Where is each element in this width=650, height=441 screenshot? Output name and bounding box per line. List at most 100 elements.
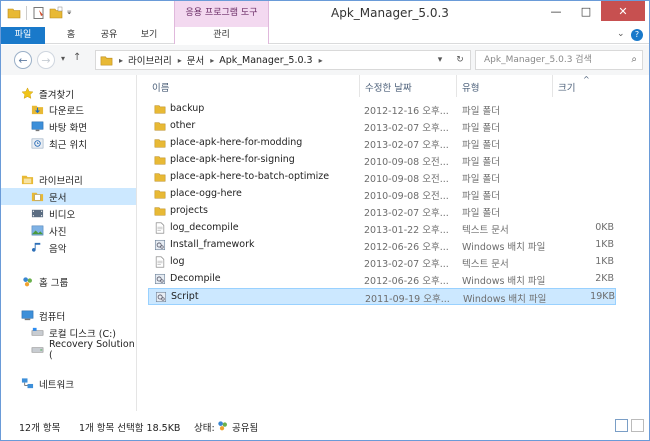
large-icons-view-icon[interactable] [631,419,644,432]
back-button[interactable]: ← [14,51,32,69]
forward-button[interactable]: → [37,51,55,69]
refresh-icon[interactable]: ↻ [450,55,470,65]
tab-manage[interactable]: 관리 [174,27,269,44]
address-bar[interactable]: ▸ 라이브러리 ▸ 문서 ▸ Apk_Manager_5.0.3 ▸ ▾ ↻ [95,50,471,70]
breadcrumb-separator-icon[interactable]: ▸ [178,56,182,65]
file-row[interactable]: place-apk-here-to-batch-optimize 2010-09-… [148,169,616,186]
status-bar: 12개 항목 1개 항목 선택함 18.5KB 상태: 공유됨 [1,411,649,440]
breadcrumb-library[interactable]: 라이브러리 [128,53,172,67]
minimize-button[interactable]: — [541,1,571,21]
nav-favorites[interactable]: 즐겨찾기 [1,85,136,102]
drive-icon [31,347,44,353]
search-input[interactable]: Apk_Manager_5.0.3 검색 ⌕ [475,50,643,70]
address-bar-actions: ▾ ↻ [430,51,470,69]
state-value: 공유됨 [232,423,259,434]
column-header-type[interactable]: 유형 [462,80,479,94]
file-name: Install_framework [170,239,255,250]
column-header-date[interactable]: 수정한 날짜 [365,80,412,94]
selection-info: 1개 항목 선택함 18.5KB [79,423,181,434]
nav-computer[interactable]: 컴퓨터 [1,307,136,324]
item-count: 12개 항목 [19,423,61,434]
nav-music[interactable]: 음악 [1,239,136,256]
nav-recent-places[interactable]: 최근 위치 [1,135,136,152]
nav-label: 컴퓨터 [39,311,66,323]
nav-documents[interactable]: 문서 [1,188,136,205]
maximize-button[interactable]: □ [571,1,601,21]
nav-videos[interactable]: 비디오 [1,205,136,222]
tab-share[interactable]: 공유 [95,27,123,44]
file-date: 2013-02-07 오후... [364,208,449,219]
column-divider[interactable] [359,75,360,97]
up-arrow-icon[interactable]: ↑ [73,52,81,63]
address-dropdown-icon[interactable]: ▾ [430,55,450,65]
file-type: Windows 배치 파일 [462,242,546,253]
folder-icon [154,139,166,148]
customize-toolbar-icon[interactable] [66,6,75,20]
file-row[interactable]: Decompile 2012-06-26 오후... Windows 배치 파일 2K… [148,271,616,288]
help-icon[interactable]: ? [631,29,643,41]
breadcrumb-separator-icon[interactable]: ▸ [210,56,214,65]
file-type: 파일 폴더 [462,123,500,134]
column-header-name[interactable]: 이름 [152,80,169,94]
folder-icon [154,173,166,182]
nav-network[interactable]: 네트워크 [1,375,136,392]
file-date: 2010-09-08 오전... [364,174,449,185]
recent-locations-dropdown-icon[interactable]: ▾ [61,54,65,63]
close-button[interactable]: ✕ [601,1,645,21]
text-file-icon [155,222,165,234]
tab-view[interactable]: 보기 [135,27,163,44]
details-view-icon[interactable] [615,419,628,432]
nav-label: 사진 [49,226,67,238]
file-row[interactable]: log 2013-02-07 오후... 텍스트 문서 1KB [148,254,616,271]
folder-icon [7,8,21,19]
local-disk-icon [31,327,44,336]
tab-file[interactable]: 파일 [1,27,45,44]
desktop-icon [31,121,44,132]
file-row[interactable]: place-ogg-here 2010-09-08 오전... 파일 폴더 [148,186,616,203]
file-name: backup [170,103,205,114]
new-folder-icon[interactable] [49,6,63,20]
column-header-size[interactable]: 크기 [558,80,575,94]
ribbon-expand-icon[interactable]: ⌄ [617,29,625,39]
tab-home[interactable]: 홈 [59,27,83,44]
folder-icon [154,207,166,216]
breadcrumb-current-folder[interactable]: Apk_Manager_5.0.3 [219,55,312,66]
file-name: Decompile [170,273,221,284]
file-row[interactable]: log_decompile 2013-01-22 오후... 텍스트 문서 0KB [148,220,616,237]
state-label: 상태: [194,423,215,434]
file-row[interactable]: place-apk-here-for-modding 2013-02-07 오후.… [148,135,616,152]
breadcrumb-separator-icon[interactable]: ▸ [319,56,323,65]
file-name: place-apk-here-for-modding [170,137,303,148]
column-divider[interactable] [456,75,457,97]
file-date: 2013-02-07 오후... [364,259,449,270]
batch-file-icon [154,273,166,285]
file-row[interactable]: projects 2013-02-07 오후... 파일 폴더 [148,203,616,220]
file-date: 2010-09-08 오전... [364,191,449,202]
file-row[interactable]: Script 2011-09-19 오후... Windows 배치 파일 19KB [148,288,616,305]
nav-desktop[interactable]: 바탕 화면 [1,118,136,135]
shared-icon [218,421,227,431]
music-icon [31,242,41,252]
file-type: 파일 폴더 [462,191,500,202]
window-controls: — □ ✕ [541,1,645,21]
file-date: 2013-02-07 오후... [364,123,449,134]
file-size: 1KB [595,239,614,250]
file-date: 2012-06-26 오후... [364,276,449,287]
file-row[interactable]: Install_framework 2012-06-26 오후... Windows… [148,237,616,254]
nav-downloads[interactable]: 다운로드 [1,101,136,118]
properties-icon[interactable] [32,6,46,20]
breadcrumb-separator-icon[interactable]: ▸ [119,56,123,65]
nav-pictures[interactable]: 사진 [1,222,136,239]
file-name: place-ogg-here [170,188,242,199]
nav-libraries[interactable]: 라이브러리 [1,171,136,188]
folder-icon [154,105,166,114]
file-type: 파일 폴더 [462,208,500,219]
file-row[interactable]: other 2013-02-07 오후... 파일 폴더 [148,118,616,135]
search-icon[interactable]: ⌕ [631,51,637,69]
nav-recovery-drive[interactable]: Recovery Solution ( [1,339,136,361]
file-row[interactable]: place-apk-here-for-signing 2010-09-08 오전.… [148,152,616,169]
column-divider[interactable] [552,75,553,97]
file-row[interactable]: backup 2012-12-16 오후... 파일 폴더 [148,101,616,118]
breadcrumb-documents[interactable]: 문서 [187,53,204,67]
nav-homegroup[interactable]: 홈 그룹 [1,273,136,290]
